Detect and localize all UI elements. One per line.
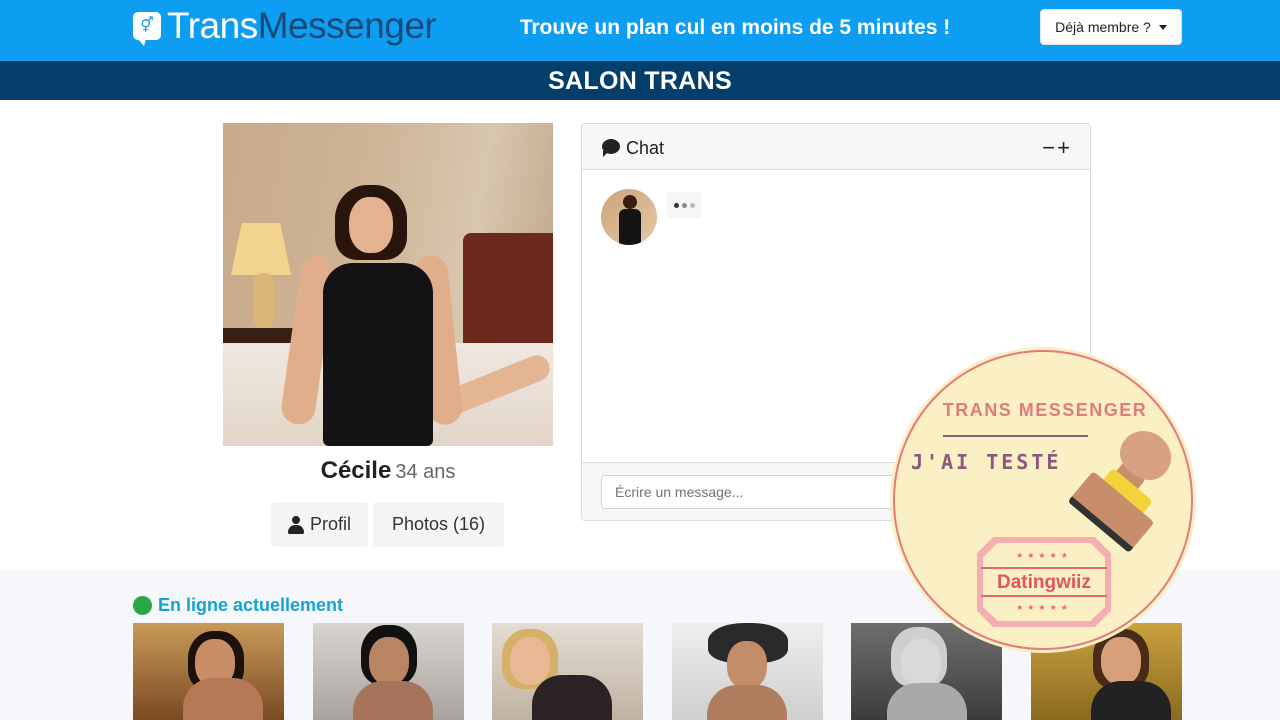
caret-down-icon bbox=[1158, 24, 1167, 30]
profile-photo[interactable] bbox=[223, 123, 553, 446]
profile-button-label: Profil bbox=[309, 514, 351, 534]
profile-button[interactable]: Profil bbox=[271, 502, 368, 547]
chat-header: Chat −+ bbox=[582, 124, 1090, 170]
photos-button-label: Photos (16) bbox=[391, 514, 486, 534]
expand-icon[interactable]: + bbox=[1057, 135, 1072, 160]
typing-dot bbox=[681, 202, 687, 208]
typing-indicator bbox=[666, 192, 702, 218]
user-icon bbox=[287, 515, 304, 534]
chat-window-controls: −+ bbox=[1042, 135, 1072, 161]
online-profile-thumbnail[interactable] bbox=[492, 623, 643, 720]
star-icons: ★★★★★ bbox=[1016, 603, 1072, 612]
stamp-divider bbox=[943, 435, 1088, 437]
chat-title: Chat bbox=[626, 138, 665, 158]
typing-dot bbox=[689, 202, 695, 208]
datingwiiz-badge: ★★★★★ Datingwiiz ★★★★★ bbox=[977, 537, 1111, 627]
salon-title: SALON TRANS bbox=[0, 61, 1280, 100]
speech-bubble-icon bbox=[602, 139, 620, 157]
stamp-title: TRANS MESSENGER bbox=[942, 400, 1148, 420]
online-profile-thumbnail[interactable] bbox=[313, 623, 464, 720]
online-profile-thumbnail[interactable] bbox=[851, 623, 1002, 720]
already-member-button[interactable]: Déjà membre ? bbox=[1040, 9, 1182, 45]
minimize-icon[interactable]: − bbox=[1042, 135, 1057, 160]
online-now-title: En ligne actuellement bbox=[133, 595, 343, 616]
online-profile-thumbnail[interactable] bbox=[672, 623, 823, 720]
already-member-label: Déjà membre ? bbox=[1055, 19, 1151, 35]
top-header: ⚥ TransMessenger Trouve un plan cul en m… bbox=[0, 0, 1280, 61]
chat-contact-avatar[interactable] bbox=[601, 189, 657, 245]
review-stamp: TRANS MESSENGER J'AI TESTÉ ★★★★★ Datingw… bbox=[893, 350, 1193, 650]
profile-age: 34 ans bbox=[395, 461, 456, 483]
badge-text: Datingwiiz bbox=[981, 567, 1107, 597]
stamp-subtitle: J'AI TESTÉ bbox=[911, 450, 1062, 474]
online-now-label: En ligne actuellement bbox=[158, 595, 344, 615]
star-icons: ★★★★★ bbox=[1016, 551, 1072, 560]
message-input[interactable] bbox=[601, 475, 911, 509]
online-profile-thumbnail[interactable] bbox=[133, 623, 284, 720]
online-status-icon bbox=[133, 596, 152, 615]
typing-dot bbox=[673, 202, 679, 208]
photos-button[interactable]: Photos (16) bbox=[373, 502, 504, 547]
profile-name-text: Cécile bbox=[320, 457, 392, 484]
profile-name: Cécile 34 ans bbox=[223, 457, 553, 485]
